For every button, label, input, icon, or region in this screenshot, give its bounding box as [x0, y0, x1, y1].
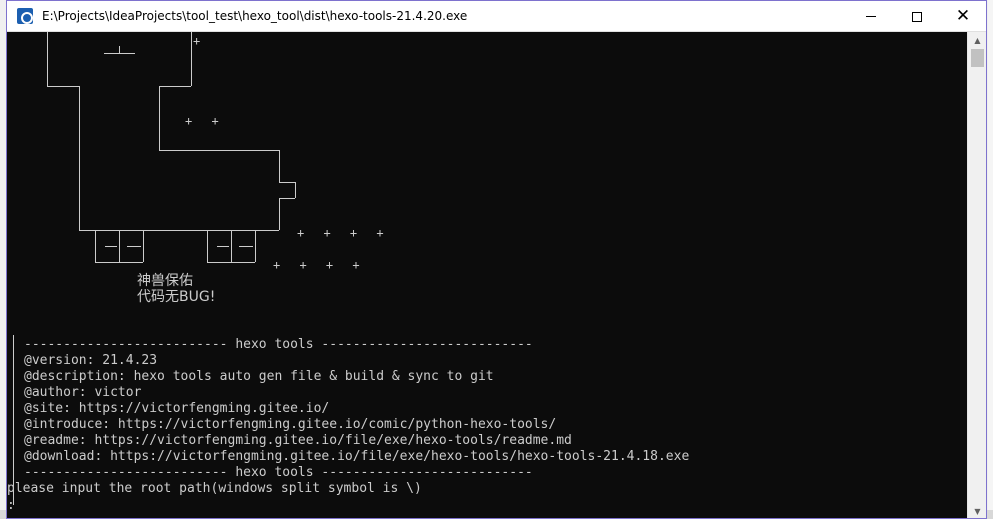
console-window: E:\Projects\IdeaProjects\tool_test\hexo_… [6, 0, 987, 519]
readme-line: @readme: https://victorfengming.gitee.io… [24, 433, 572, 448]
version-line: @version: 21.4.23 [24, 353, 158, 368]
ascii-stroke [105, 246, 117, 247]
window-controls: ✕ [848, 1, 986, 32]
blessing-text: 神兽保佑 代码无BUG! [137, 273, 215, 305]
window-title: E:\Projects\IdeaProjects\tool_test\hexo_… [42, 9, 468, 23]
separator-line: -------------------------- hexo tools --… [24, 337, 533, 352]
minimize-icon [866, 16, 876, 17]
ascii-stroke [279, 198, 280, 230]
scroll-thumb[interactable] [971, 49, 984, 67]
ascii-plus-row: + + + + [273, 258, 366, 272]
close-button[interactable]: ✕ [940, 1, 986, 32]
description-line: @description: hexo tools auto gen file &… [24, 369, 494, 384]
maximize-icon [912, 11, 922, 22]
separator-line: -------------------------- hexo tools --… [24, 465, 533, 480]
ascii-stroke [279, 198, 295, 199]
ascii-art-beast: + + + + + + + + + + + 神兽保佑 代码无BUG! [7, 32, 427, 332]
input-prompt: please input the root path(windows split… [7, 481, 422, 496]
ascii-stroke [279, 150, 280, 182]
ascii-plus-row: + + [185, 114, 225, 128]
ascii-plus-row: + [193, 34, 207, 48]
scroll-down-icon[interactable]: ▼ [968, 503, 986, 518]
terminal-app-icon[interactable] [17, 8, 33, 24]
ascii-stroke [95, 230, 96, 262]
author-line: @author: victor [24, 385, 142, 400]
ascii-stroke [191, 32, 192, 86]
maximize-button[interactable] [894, 1, 940, 32]
ascii-stroke [119, 46, 120, 54]
ascii-stroke [95, 262, 143, 263]
ascii-stroke [239, 246, 253, 247]
ascii-stroke [159, 86, 191, 87]
vertical-scrollbar[interactable]: ▲ ▼ [967, 32, 986, 518]
input-cursor[interactable]: : [7, 498, 15, 514]
ascii-stroke [47, 32, 48, 86]
scroll-up-icon[interactable]: ▲ [968, 32, 986, 49]
download-line: @download: https://victorfengming.gitee.… [24, 449, 690, 464]
ascii-stroke [119, 230, 120, 262]
ascii-stroke [79, 230, 279, 231]
tool-info-block: -------------------------- hexo tools --… [13, 335, 969, 505]
site-line: @site: https://victorfengming.gitee.io/ [24, 401, 330, 416]
ascii-stroke [279, 182, 295, 183]
minimize-button[interactable] [848, 1, 894, 32]
ascii-stroke [231, 230, 232, 262]
ascii-stroke [159, 150, 279, 151]
ascii-stroke [295, 182, 296, 198]
ascii-stroke [217, 246, 229, 247]
ascii-stroke [255, 230, 256, 262]
ascii-stroke [143, 230, 144, 262]
ascii-stroke [159, 86, 160, 150]
blessing-line: 代码无BUG! [137, 289, 216, 305]
close-icon: ✕ [955, 6, 971, 26]
ascii-stroke [79, 86, 80, 230]
blessing-line: 神兽保佑 [137, 273, 193, 289]
ascii-stroke [47, 86, 79, 87]
ascii-stroke [127, 246, 141, 247]
ascii-plus-row: + + + + [297, 226, 390, 240]
ascii-stroke [207, 230, 208, 262]
introduce-line: @introduce: https://victorfengming.gitee… [24, 417, 557, 432]
title-bar[interactable]: E:\Projects\IdeaProjects\tool_test\hexo_… [7, 1, 986, 32]
console-output[interactable]: + + + + + + + + + + + 神兽保佑 代码无BUG! -----… [7, 32, 969, 518]
desktop-background [988, 0, 993, 519]
ascii-stroke [207, 262, 255, 263]
